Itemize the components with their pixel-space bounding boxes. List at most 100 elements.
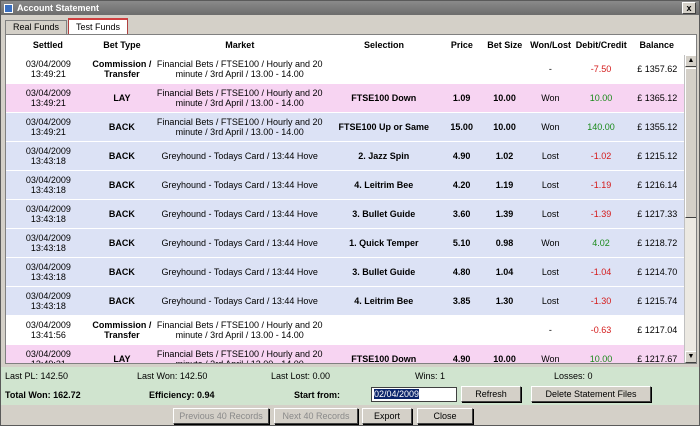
cell-won-lost: -	[548, 64, 552, 74]
tab-test-funds[interactable]: Test Funds	[68, 18, 129, 34]
cell-won-lost: Won	[541, 238, 560, 248]
cell-debit-credit: -1.02	[590, 151, 612, 161]
cell-balance: £ 1355.12	[637, 122, 678, 132]
table-row[interactable]: 03/04/2009 13:49:21 LAY Financial Bets / F…	[6, 345, 684, 364]
column-header-balance[interactable]: Balance	[629, 35, 684, 55]
table-row[interactable]: 03/04/2009 13:43:18 BACK Greyhound - Today…	[6, 142, 684, 171]
cell-balance: £ 1215.74	[637, 296, 678, 306]
cell-bet-size: 1.39	[495, 209, 514, 219]
table-row[interactable]: 03/04/2009 13:49:21 Commission / Transfer…	[6, 55, 684, 84]
app-icon	[4, 3, 13, 13]
cell-price: 4.20	[452, 180, 471, 190]
summary-panel: Last PL: 142.50 Last Won: 142.50 Last Lo…	[1, 367, 699, 405]
cell-bet-type: Commission / Transfer	[92, 59, 152, 79]
cell-bet-size: 0.98	[495, 238, 514, 248]
scroll-down-arrow-icon[interactable]: ▼	[685, 351, 696, 363]
scroll-thumb[interactable]	[685, 68, 696, 218]
cell-bet-size: 1.19	[495, 180, 514, 190]
cell-market: Financial Bets / FTSE100 / Hourly and 20…	[156, 117, 323, 137]
table-row[interactable]: 03/04/2009 13:43:18 BACK Greyhound - Today…	[6, 229, 684, 258]
cell-market: Financial Bets / FTSE100 / Hourly and 20…	[156, 349, 323, 364]
cell-market: Greyhound - Todays Card / 13:44 Hove	[161, 180, 318, 190]
cell-market: Greyhound - Todays Card / 13:44 Hove	[161, 151, 318, 161]
vertical-scrollbar[interactable]: ▲ ▼	[684, 55, 696, 363]
total-won: Total Won: 162.72	[5, 390, 81, 400]
cell-bet-size: 1.30	[495, 296, 514, 306]
refresh-button[interactable]: Refresh	[461, 386, 521, 402]
cell-selection: 3. Bullet Guide	[352, 209, 416, 219]
table-row[interactable]: 03/04/2009 13:43:18 BACK Greyhound - Today…	[6, 258, 684, 287]
export-button[interactable]: Export	[362, 408, 412, 424]
cell-market: Greyhound - Todays Card / 13:44 Hove	[161, 296, 318, 306]
cell-selection: 2. Jazz Spin	[358, 151, 410, 161]
cell-price: 3.85	[452, 296, 471, 306]
cell-settled: 03/04/2009 13:43:18	[25, 175, 71, 195]
cell-balance: £ 1365.12	[637, 93, 678, 103]
cell-price: 3.60	[452, 209, 471, 219]
table-row[interactable]: 03/04/2009 13:49:21 LAY Financial Bets / F…	[6, 84, 684, 113]
cell-market: Financial Bets / FTSE100 / Hourly and 20…	[156, 59, 323, 79]
cell-bet-size	[481, 55, 528, 83]
column-header-price[interactable]: Price	[442, 35, 481, 55]
cell-debit-credit: -7.50	[590, 64, 612, 74]
cell-won-lost: Won	[541, 354, 560, 364]
cell-market: Financial Bets / FTSE100 / Hourly and 20…	[156, 88, 323, 108]
start-from-label: Start from:	[294, 390, 341, 400]
cell-bet-size	[481, 316, 528, 344]
start-from-date-input[interactable]: 02/04/2009	[371, 387, 457, 402]
column-header-bet-size[interactable]: Bet Size	[481, 35, 528, 55]
cell-won-lost: Lost	[541, 209, 559, 219]
previous-records-button[interactable]: Previous 40 Records	[173, 408, 269, 424]
table-row[interactable]: 03/04/2009 13:43:18 BACK Greyhound - Today…	[6, 200, 684, 229]
cell-settled: 03/04/2009 13:43:18	[25, 146, 71, 166]
cell-settled: 03/04/2009 13:43:18	[25, 233, 71, 253]
cell-bet-size: 10.00	[493, 354, 516, 364]
table-row[interactable]: 03/04/2009 13:43:18 BACK Greyhound - Today…	[6, 287, 684, 316]
cell-won-lost: -	[548, 325, 552, 335]
tab-real-funds[interactable]: Real Funds	[5, 20, 68, 34]
cell-bet-type: BACK	[108, 122, 135, 132]
cell-won-lost: Lost	[541, 296, 559, 306]
column-header-selection[interactable]: Selection	[326, 35, 443, 55]
window-close-button[interactable]: x	[682, 2, 696, 14]
cell-bet-size: 1.02	[495, 151, 514, 161]
cell-debit-credit: 140.00	[587, 122, 615, 132]
cell-debit-credit: -1.04	[590, 267, 612, 277]
cell-price: 1.09	[452, 93, 471, 103]
table-row[interactable]: 03/04/2009 13:43:18 BACK Greyhound - Today…	[6, 171, 684, 200]
cell-balance: £ 1217.33	[637, 209, 678, 219]
cell-selection: FTSE100 Up or Same	[338, 122, 430, 132]
table-row[interactable]: 03/04/2009 13:49:21 BACK Financial Bets / …	[6, 113, 684, 142]
statement-grid: Settled Bet Type Market Selection Price …	[5, 34, 697, 364]
cell-selection	[325, 316, 442, 344]
scroll-up-arrow-icon[interactable]: ▲	[685, 55, 696, 67]
cell-selection: FTSE100 Down	[351, 354, 417, 364]
close-button[interactable]: Close	[417, 408, 473, 424]
cell-selection: 3. Bullet Guide	[352, 267, 416, 277]
cell-debit-credit: -0.63	[590, 325, 612, 335]
funds-tabs: Real Funds Test Funds	[5, 18, 129, 34]
title-bar: Account Statement x	[1, 1, 699, 15]
column-header-market[interactable]: Market	[154, 35, 325, 55]
cell-settled: 03/04/2009 13:43:18	[25, 204, 71, 224]
cell-balance: £ 1218.72	[637, 238, 678, 248]
cell-debit-credit: 10.00	[589, 93, 613, 103]
cell-won-lost: Lost	[541, 267, 559, 277]
cell-settled: 03/04/2009 13:41:56	[25, 320, 71, 340]
cell-balance: £ 1357.62	[637, 64, 678, 74]
column-header-settled[interactable]: Settled	[6, 35, 90, 55]
delete-statement-files-button[interactable]: Delete Statement Files	[531, 386, 651, 402]
cell-settled: 03/04/2009 13:49:21	[25, 59, 71, 79]
column-header-debit-credit[interactable]: Debit/Credit	[573, 35, 630, 55]
cell-bet-type: BACK	[108, 296, 135, 306]
column-header-won-lost[interactable]: Won/Lost	[528, 35, 573, 55]
column-header-bet-type[interactable]: Bet Type	[90, 35, 154, 55]
grid-body: 03/04/2009 13:49:21 Commission / Transfer…	[6, 55, 684, 364]
cell-won-lost: Won	[541, 122, 560, 132]
next-records-button[interactable]: Next 40 Records	[274, 408, 358, 424]
wins-count: Wins: 1	[415, 371, 446, 381]
losses-count: Losses: 0	[554, 371, 593, 381]
cell-balance: £ 1214.70	[637, 267, 678, 277]
cell-debit-credit: -1.39	[590, 209, 612, 219]
table-row[interactable]: 03/04/2009 13:41:56 Commission / Transfer…	[6, 316, 684, 345]
